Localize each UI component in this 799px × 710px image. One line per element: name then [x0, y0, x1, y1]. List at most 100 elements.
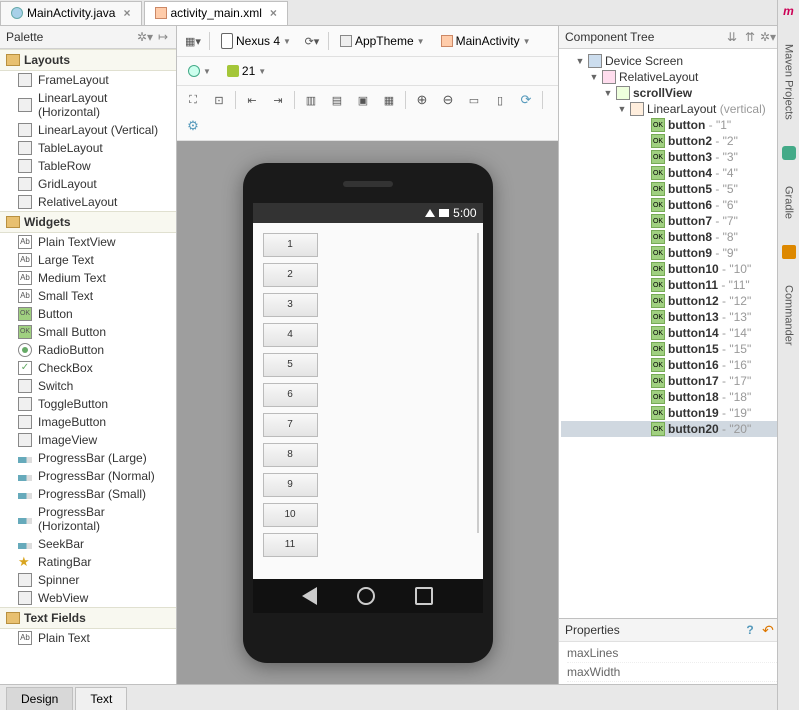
- tree-node-button[interactable]: OKbutton16 - "16": [561, 357, 797, 373]
- tree-node-button[interactable]: OKbutton18 - "18": [561, 389, 797, 405]
- nav-home-icon[interactable]: [357, 587, 375, 605]
- tree-node-button[interactable]: OKbutton14 - "14": [561, 325, 797, 341]
- gear-icon[interactable]: ✲▾: [138, 30, 152, 44]
- undo-icon[interactable]: [761, 623, 775, 637]
- gutter-gradle[interactable]: Gradle: [783, 180, 795, 225]
- palette-item[interactable]: AbLarge Text: [0, 251, 176, 269]
- file-tab-java[interactable]: MainActivity.java ×: [0, 1, 142, 25]
- tree-node-relativelayout[interactable]: ▼ RelativeLayout: [561, 69, 797, 85]
- palette-item[interactable]: AbMedium Text: [0, 269, 176, 287]
- preview-button[interactable]: 5: [263, 353, 318, 377]
- tree-node-button[interactable]: OKbutton5 - "5": [561, 181, 797, 197]
- shrink-icon[interactable]: ⊡: [209, 90, 229, 110]
- app-content[interactable]: 1234567891011: [253, 223, 483, 579]
- zoom-in-icon[interactable]: [412, 90, 432, 110]
- palette-item[interactable]: ImageButton: [0, 413, 176, 431]
- tree-node-button[interactable]: OKbutton6 - "6": [561, 197, 797, 213]
- preview-button[interactable]: 6: [263, 383, 318, 407]
- tree-node-button[interactable]: OKbutton9 - "9": [561, 245, 797, 261]
- baseline-icon[interactable]: ▦: [379, 90, 399, 110]
- preview-button[interactable]: 3: [263, 293, 318, 317]
- palette-item[interactable]: AbSmall Text: [0, 287, 176, 305]
- palette-group-textfields[interactable]: Text Fields: [0, 607, 176, 629]
- collapse-icon[interactable]: ↦: [156, 30, 170, 44]
- tree-node-button[interactable]: OKbutton4 - "4": [561, 165, 797, 181]
- tab-design[interactable]: Design: [6, 687, 73, 710]
- file-tab-xml[interactable]: activity_main.xml ×: [144, 1, 288, 25]
- device-selector[interactable]: Nexus 4 ▼: [216, 30, 296, 52]
- tree-node-linearlayout[interactable]: ▼ LinearLayout (vertical): [561, 101, 797, 117]
- palette-item[interactable]: AbPlain Text: [0, 629, 176, 647]
- theme-selector[interactable]: AppTheme ▼: [335, 31, 430, 51]
- palette-item[interactable]: Switch: [0, 377, 176, 395]
- property-row[interactable]: maxLines: [567, 644, 791, 663]
- preview-button[interactable]: 4: [263, 323, 318, 347]
- close-icon[interactable]: ×: [270, 6, 277, 20]
- palette-item[interactable]: LinearLayout (Horizontal): [0, 89, 176, 121]
- preview-button[interactable]: 11: [263, 533, 318, 557]
- orientation-icon[interactable]: ⟳▾: [302, 31, 322, 51]
- property-row[interactable]: maxWidth: [567, 663, 791, 682]
- tree-node-device-screen[interactable]: ▼ Device Screen: [561, 53, 797, 69]
- gear-icon[interactable]: ✲▾: [761, 30, 775, 44]
- activity-selector[interactable]: MainActivity ▼: [436, 31, 536, 51]
- dist-h-icon[interactable]: ▥: [301, 90, 321, 110]
- palette-item[interactable]: ProgressBar (Horizontal): [0, 503, 176, 535]
- tree-node-button[interactable]: OKbutton19 - "19": [561, 405, 797, 421]
- palette-item[interactable]: TableRow: [0, 157, 176, 175]
- nav-back-icon[interactable]: [302, 587, 317, 605]
- help-icon[interactable]: [743, 623, 757, 637]
- tree-node-button[interactable]: OKbutton8 - "8": [561, 229, 797, 245]
- palette-group-widgets[interactable]: Widgets: [0, 211, 176, 233]
- tree-node-button[interactable]: OKbutton12 - "12": [561, 293, 797, 309]
- tree-node-button[interactable]: OKbutton15 - "15": [561, 341, 797, 357]
- tree-node-button[interactable]: OKbutton2 - "2": [561, 133, 797, 149]
- palette-item[interactable]: ImageView: [0, 431, 176, 449]
- tree-node-scrollview[interactable]: ▼ scrollView: [561, 85, 797, 101]
- zoom-fit-icon[interactable]: ▭: [464, 90, 484, 110]
- tree-node-button[interactable]: OKbutton - "1": [561, 117, 797, 133]
- close-icon[interactable]: ×: [123, 6, 130, 20]
- tree-node-button[interactable]: OKbutton13 - "13": [561, 309, 797, 325]
- palette-item[interactable]: ★RatingBar: [0, 553, 176, 571]
- expand-icon[interactable]: ▼: [575, 56, 585, 66]
- view-options-icon[interactable]: ▦▾: [183, 31, 203, 51]
- expand-icon[interactable]: ▼: [617, 104, 627, 114]
- palette-item[interactable]: WebView: [0, 589, 176, 607]
- palette-item[interactable]: RadioButton: [0, 341, 176, 359]
- palette-item[interactable]: AbPlain TextView: [0, 233, 176, 251]
- preview-button[interactable]: 10: [263, 503, 318, 527]
- api-selector[interactable]: 21 ▼: [222, 61, 271, 81]
- palette-item[interactable]: RelativeLayout: [0, 193, 176, 211]
- refresh-icon[interactable]: [516, 90, 536, 110]
- preview-button[interactable]: 7: [263, 413, 318, 437]
- center-icon[interactable]: ▣: [353, 90, 373, 110]
- locale-selector[interactable]: ▼: [183, 62, 216, 80]
- expand-icon[interactable]: ▼: [589, 72, 599, 82]
- palette-item[interactable]: FrameLayout: [0, 71, 176, 89]
- expand-icon[interactable]: ⛶: [183, 90, 203, 110]
- tree-node-button[interactable]: OKbutton17 - "17": [561, 373, 797, 389]
- palette-item[interactable]: OKButton: [0, 305, 176, 323]
- expand-icon[interactable]: ▼: [603, 88, 613, 98]
- gutter-maven[interactable]: Maven Projects: [783, 38, 795, 126]
- preview-button[interactable]: 8: [263, 443, 318, 467]
- palette-item[interactable]: LinearLayout (Vertical): [0, 121, 176, 139]
- nav-recent-icon[interactable]: [415, 587, 433, 605]
- tree-node-button[interactable]: OKbutton20 - "20": [561, 421, 797, 437]
- tree-node-button[interactable]: OKbutton11 - "11": [561, 277, 797, 293]
- palette-item[interactable]: TableLayout: [0, 139, 176, 157]
- palette-item[interactable]: ProgressBar (Small): [0, 485, 176, 503]
- tab-text[interactable]: Text: [75, 687, 127, 710]
- gutter-commander[interactable]: Commander: [783, 279, 795, 352]
- align-right-icon[interactable]: ⇥: [268, 90, 288, 110]
- palette-item[interactable]: ProgressBar (Normal): [0, 467, 176, 485]
- expand-all-icon[interactable]: ⇊: [725, 30, 739, 44]
- design-canvas[interactable]: 5:00 1234567891011: [177, 141, 558, 684]
- palette-item[interactable]: SeekBar: [0, 535, 176, 553]
- palette-item[interactable]: Spinner: [0, 571, 176, 589]
- align-left-icon[interactable]: ⇤: [242, 90, 262, 110]
- tree-node-button[interactable]: OKbutton7 - "7": [561, 213, 797, 229]
- dist-v-icon[interactable]: ▤: [327, 90, 347, 110]
- palette-item[interactable]: CheckBox: [0, 359, 176, 377]
